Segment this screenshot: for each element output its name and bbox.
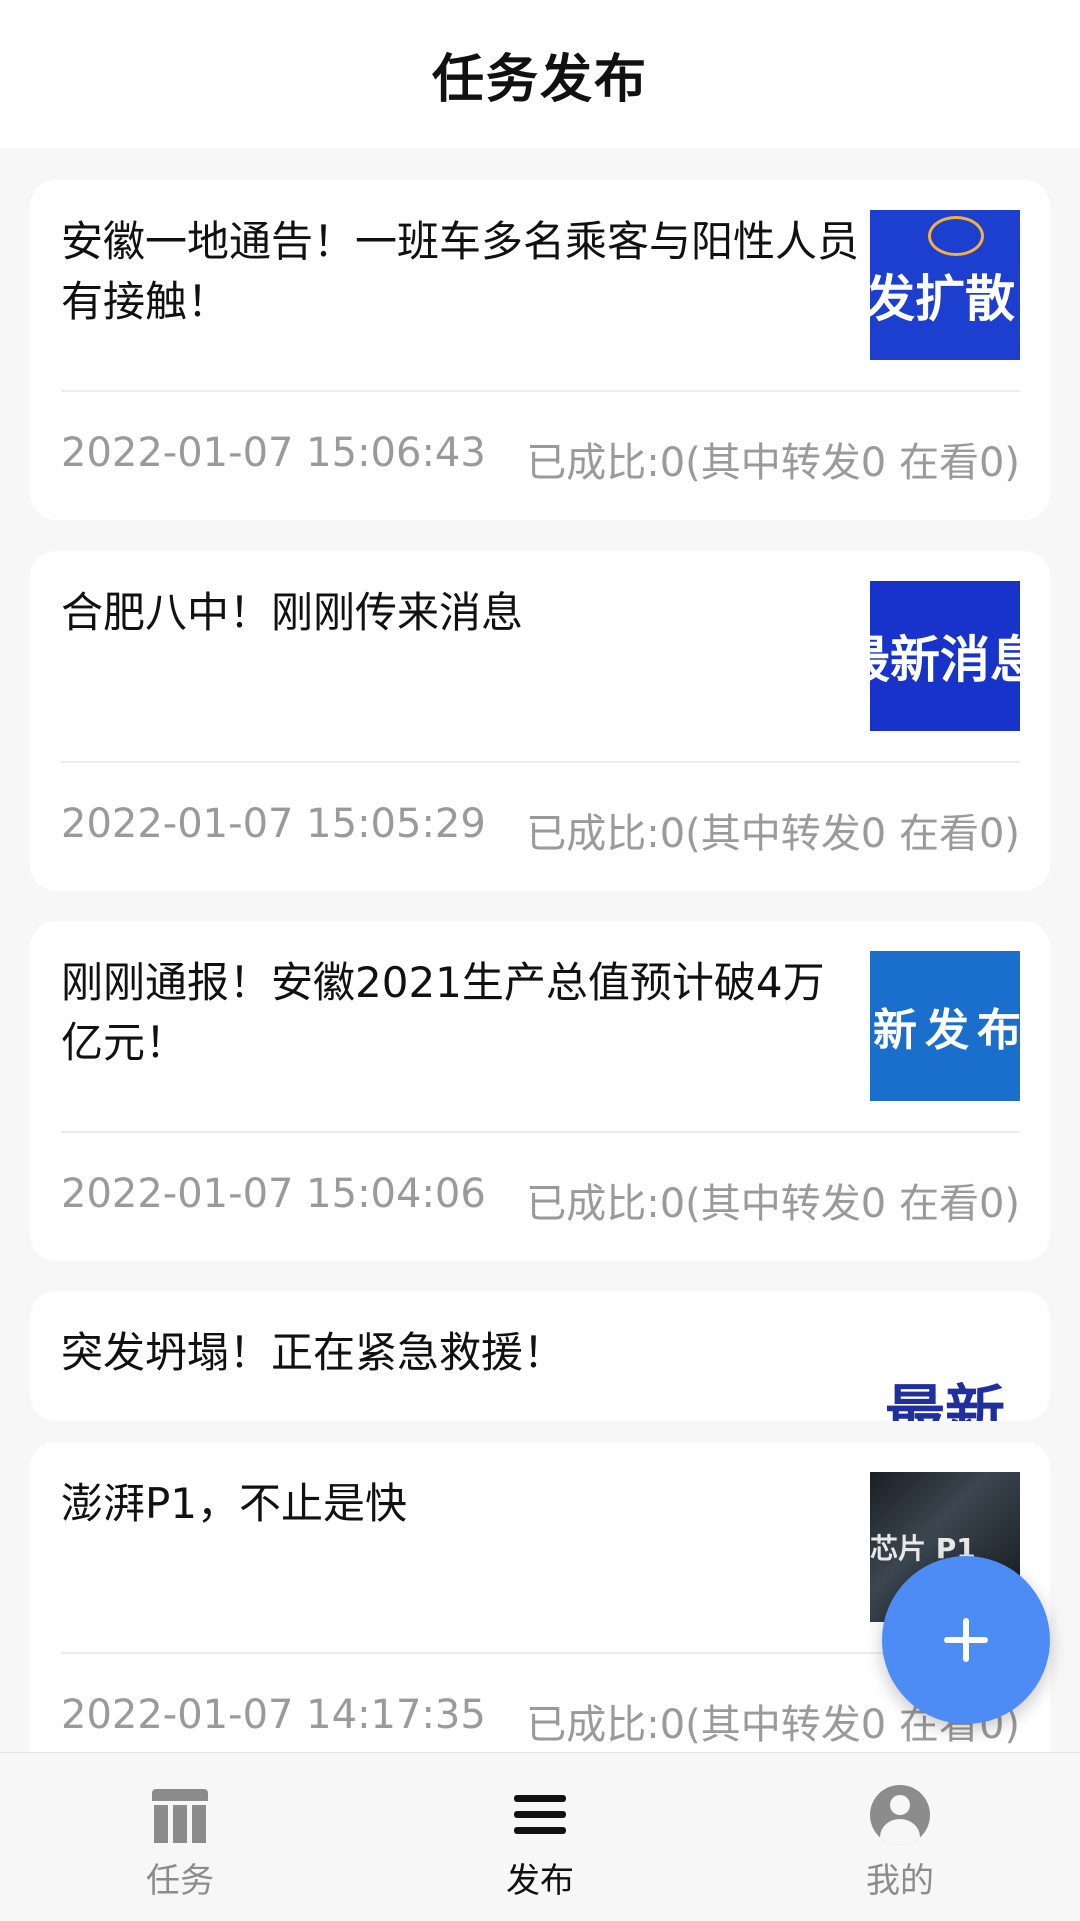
logo-badge-icon <box>928 216 984 256</box>
task-icon <box>150 1785 210 1845</box>
tab-me-label: 我的 <box>866 1861 934 1901</box>
thumbnail-text: 最新 <box>885 1378 1005 1422</box>
task-thumbnail: 最新发布 <box>870 951 1020 1101</box>
card-divider <box>61 1652 1020 1654</box>
thumbnail-text: 转发扩散 <box>870 270 1015 328</box>
task-thumbnail: 最新消息 <box>870 581 1020 731</box>
task-title: 安徽一地通告！一班车多名乘客与阳性人员有接触！ <box>61 217 860 326</box>
tab-me[interactable]: 我的 <box>720 1753 1080 1921</box>
tab-publish[interactable]: 发布 <box>360 1753 720 1921</box>
task-time: 2022-01-07 15:04:06 <box>61 1171 486 1217</box>
task-title: 突发坍塌！正在紧急救援！ <box>61 1328 566 1377</box>
task-time: 2022-01-07 15:05:29 <box>61 801 486 847</box>
task-thumbnail: 最新 <box>870 1363 1020 1421</box>
task-card[interactable]: 安徽一地通告！一班车多名乘客与阳性人员有接触！ 转发扩散 2022-01-07 … <box>30 180 1050 520</box>
card-divider <box>61 390 1020 392</box>
task-card[interactable]: 刚刚通报！安徽2021生产总值预计破4万亿元！ 最新发布 2022-01-07 … <box>30 921 1050 1261</box>
thumbnail-text: 最新消息 <box>870 631 1020 689</box>
task-thumbnail: 转发扩散 <box>870 210 1020 360</box>
task-title: 合肥八中！刚刚传来消息 <box>61 588 524 637</box>
task-card[interactable]: 突发坍塌！正在紧急救援！ 最新 <box>30 1291 1050 1421</box>
task-stats: 已成比:0(其中转发0 在看0) <box>526 811 1020 857</box>
task-time: 2022-01-07 14:17:35 <box>61 1692 486 1738</box>
task-list[interactable]: 安徽一地通告！一班车多名乘客与阳性人员有接触！ 转发扩散 2022-01-07 … <box>0 148 1080 1752</box>
bottom-tab-bar: 任务 发布 我的 <box>0 1752 1080 1921</box>
task-title: 刚刚通报！安徽2021生产总值预计破4万亿元！ <box>61 958 825 1067</box>
thumbnail-text: 最新发布 <box>870 1005 1020 1056</box>
profile-icon <box>870 1785 930 1845</box>
task-time: 2022-01-07 15:06:43 <box>61 430 486 476</box>
card-divider <box>61 761 1020 763</box>
page-title: 任务发布 <box>431 49 648 110</box>
task-title: 澎湃P1，不止是快 <box>61 1479 408 1528</box>
plus-icon-vertical <box>963 1618 969 1662</box>
card-divider <box>61 1131 1020 1133</box>
publish-icon <box>510 1785 570 1845</box>
tab-task[interactable]: 任务 <box>0 1753 360 1921</box>
app-header: 任务发布 <box>0 0 1080 148</box>
tab-task-label: 任务 <box>146 1861 214 1901</box>
task-stats: 已成比:0(其中转发0 在看0) <box>526 440 1020 486</box>
task-stats: 已成比:0(其中转发0 在看0) <box>526 1181 1020 1227</box>
tab-publish-label: 发布 <box>506 1861 574 1901</box>
task-card[interactable]: 合肥八中！刚刚传来消息 最新消息 2022-01-07 15:05:29 已成比… <box>30 551 1050 891</box>
add-task-button[interactable] <box>882 1556 1050 1724</box>
